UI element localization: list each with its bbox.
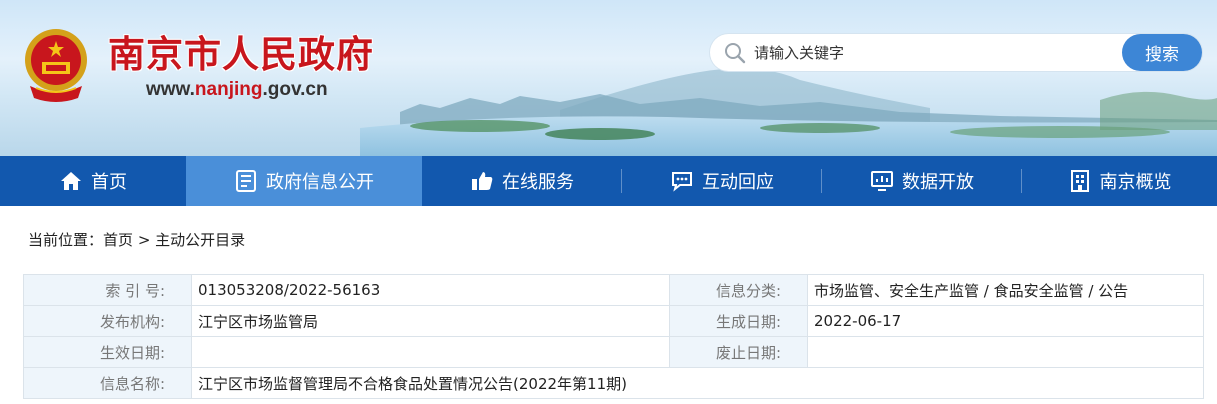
category-value: 市场监管、安全生产监管 / 食品安全监管 / 公告 — [807, 274, 1204, 306]
effective-date-label: 生效日期: — [23, 336, 192, 368]
nav-item-gov-info[interactable]: 政府信息公开 — [186, 156, 422, 206]
publisher-label: 发布机构: — [23, 305, 192, 337]
info-name-label: 信息名称: — [23, 367, 192, 399]
expiry-date-value — [807, 336, 1204, 368]
index-value: 013053208/2022-56163 — [191, 274, 670, 306]
nav-item-home[interactable]: 首页 — [0, 156, 186, 206]
created-date-label: 生成日期: — [669, 305, 808, 337]
nav-item-label: 南京概览 — [1099, 172, 1172, 193]
site-url-highlight: nanjing — [194, 79, 263, 100]
publisher-value: 江宁区市场监管局 — [191, 305, 670, 337]
breadcrumb-current-link[interactable]: 主动公开目录 — [155, 231, 245, 249]
site-url: www.nanjing.gov.cn — [146, 78, 328, 102]
table-row: 索 引 号: 013053208/2022-56163 信息分类: 市场监管、安… — [23, 274, 1204, 306]
effective-date-value — [191, 336, 670, 368]
document-icon — [236, 170, 256, 192]
breadcrumb-prefix: 当前位置： — [28, 231, 104, 249]
home-icon — [61, 172, 81, 190]
search-input[interactable] — [754, 40, 1114, 66]
search-box: 搜索 — [710, 34, 1202, 71]
nav-item-label: 首页 — [91, 172, 127, 193]
building-icon — [1070, 170, 1089, 192]
nav-item-label: 互动回应 — [702, 172, 774, 193]
search-button[interactable]: 搜索 — [1122, 34, 1202, 71]
nav-item-online-service[interactable]: 在线服务 — [422, 156, 622, 206]
search-icon — [725, 43, 746, 64]
nav-item-label: 数据开放 — [902, 172, 974, 193]
info-table: 索 引 号: 013053208/2022-56163 信息分类: 市场监管、安… — [23, 274, 1204, 399]
created-date-value: 2022-06-17 — [807, 305, 1204, 337]
breadcrumb: 当前位置：首页 > 主动公开目录 — [28, 229, 245, 251]
national-emblem-icon — [25, 29, 87, 102]
data-chart-icon — [871, 171, 893, 191]
nav-item-data-open[interactable]: 数据开放 — [822, 156, 1022, 206]
table-row: 生效日期: 废止日期: — [23, 336, 1204, 368]
thumbs-up-icon — [472, 172, 493, 190]
site-url-suffix: .gov.cn — [262, 79, 328, 100]
main-nav: 首页 政府信息公开 在线服务 互动回应 数据开放 南京概览 — [0, 156, 1217, 206]
index-label: 索 引 号: — [23, 274, 192, 306]
table-row: 发布机构: 江宁区市场监管局 生成日期: 2022-06-17 — [23, 305, 1204, 337]
table-row: 信息名称: 江宁区市场监督管理局不合格食品处置情况公告(2022年第11期) — [23, 367, 1204, 399]
breadcrumb-separator: > — [137, 231, 151, 249]
expiry-date-label: 废止日期: — [669, 336, 808, 368]
site-url-prefix: www. — [146, 79, 195, 100]
nav-item-nanjing-overview[interactable]: 南京概览 — [1022, 156, 1217, 206]
site-header: 南京市人民政府 www.nanjing.gov.cn 搜索 — [0, 0, 1217, 156]
nav-item-interaction[interactable]: 互动回应 — [622, 156, 822, 206]
site-title: 南京市人民政府 — [108, 33, 374, 76]
category-label: 信息分类: — [669, 274, 808, 306]
breadcrumb-home-link[interactable]: 首页 — [103, 231, 133, 249]
info-name-value: 江宁区市场监督管理局不合格食品处置情况公告(2022年第11期) — [191, 367, 1204, 399]
nav-item-label: 在线服务 — [502, 172, 574, 193]
nav-item-label: 政府信息公开 — [266, 172, 374, 193]
chat-icon — [672, 172, 692, 192]
